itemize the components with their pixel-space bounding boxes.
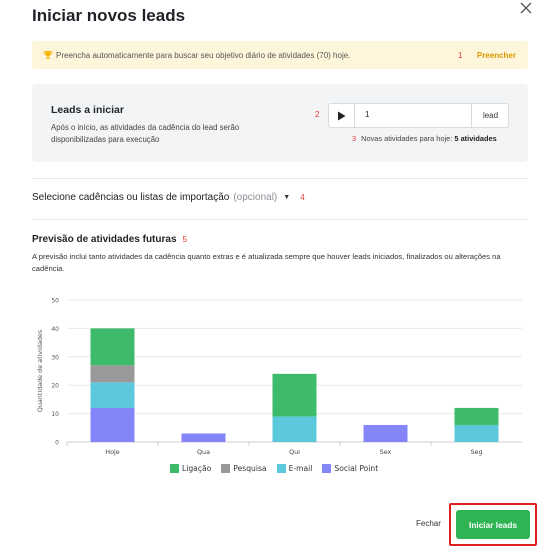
bar-segment-pesquisa: [90, 365, 135, 383]
leads-title: Leads a iniciar: [51, 104, 124, 116]
legend-item[interactable]: Pesquisa: [221, 464, 267, 473]
forecast-description: A previsão inclui tanto atividades da ca…: [32, 252, 501, 273]
legend-swatch: [322, 464, 332, 473]
close-icon[interactable]: [518, 0, 534, 16]
y-tick-label: 50: [51, 298, 59, 305]
legend-item[interactable]: Social Point: [322, 464, 378, 473]
cadence-optional-label: (opcional): [233, 192, 278, 203]
step-marker-4: 4: [300, 193, 305, 202]
bar-segment-liga-o: [454, 407, 499, 425]
activity-forecast-chart: 0 10 20 30 40 50 Quantidade de atividades Hoje Q…: [30, 290, 530, 490]
trophy-icon: [43, 50, 53, 60]
hint-text: Preencha automaticamente para buscar seu…: [56, 50, 351, 60]
x-tick-label: Hoje: [105, 448, 119, 456]
modal-title: Iniciar novos leads: [32, 6, 186, 25]
legend-item[interactable]: E-mail: [276, 464, 313, 473]
legend-swatch: [170, 464, 179, 473]
legend-item[interactable]: Ligação: [170, 464, 211, 473]
lead-quantity-input[interactable]: [365, 110, 455, 119]
step-marker-1: 1: [458, 50, 463, 60]
divider: [32, 178, 528, 179]
chart-legend: Ligação Pesquisa E-mail Social Point: [170, 464, 378, 473]
bar-segment-liga-o: [90, 328, 135, 366]
bar-segment-social-point: [90, 407, 135, 442]
x-tick-label: Seg: [470, 448, 482, 456]
new-activities-label: Novas atividades para hoje:: [361, 134, 453, 143]
lead-unit-label: lead: [471, 104, 509, 127]
y-tick-label: 0: [55, 440, 59, 447]
cadence-select[interactable]: Selecione cadências ou listas de importa…: [32, 192, 305, 203]
legend-label: Pesquisa: [233, 464, 267, 473]
y-tick-label: 30: [51, 354, 59, 361]
leads-to-start-panel: Leads a iniciar Após o início, as ativid…: [32, 84, 528, 162]
legend-swatch: [276, 464, 286, 473]
legend-label: E-mail: [288, 464, 313, 473]
x-tick-label: Sex: [380, 448, 392, 456]
start-leads-button[interactable]: Iniciar leads: [456, 510, 530, 539]
y-tick-label: 20: [51, 383, 59, 390]
forecast-title: Previsão de atividades futuras 5: [32, 234, 187, 245]
legend-swatch: [221, 464, 231, 473]
legend-label: Social Point: [334, 464, 379, 473]
bar-segment-social-point: [181, 433, 226, 442]
cadence-select-label: Selecione cadências ou listas de importa…: [32, 192, 230, 203]
step-marker-2: 2: [315, 110, 320, 119]
new-activities-info: 3 Novas atividades para hoje: 5 atividade…: [352, 134, 497, 143]
y-tick-label: 40: [51, 326, 59, 333]
y-tick-label: 10: [51, 411, 59, 418]
lead-quantity-stepper: lead: [328, 103, 509, 128]
forecast-title-text: Previsão de atividades futuras: [32, 234, 177, 245]
bar-segment-e-mail: [454, 424, 499, 442]
y-axis-label: Quantidade de atividades: [36, 329, 44, 412]
bar-segment-e-mail: [90, 382, 135, 408]
step-marker-5: 5: [182, 235, 187, 244]
bar-segment-e-mail: [272, 416, 317, 442]
divider: [32, 219, 528, 220]
step-marker-3: 3: [352, 134, 357, 143]
leads-description: Após o início, as atividades da cadência…: [51, 123, 240, 144]
x-tick-label: Qui: [289, 448, 300, 456]
bar-segment-liga-o: [272, 373, 317, 417]
bar-segment-social-point: [363, 424, 408, 442]
legend-label: Ligação: [182, 464, 212, 473]
x-tick-label: Qua: [197, 448, 210, 456]
new-activities-value: 5 atividades: [454, 134, 497, 143]
autofill-button[interactable]: Preencher: [477, 51, 516, 60]
close-button[interactable]: Fechar: [416, 519, 441, 528]
caret-down-icon: ▼: [283, 194, 291, 201]
autofill-hint-bar: Preencha automaticamente para buscar seu…: [32, 41, 528, 69]
chart-svg: 0 10 20 30 40 50 Quantidade de atividades Hoje Q…: [36, 298, 522, 456]
play-icon[interactable]: [329, 104, 355, 127]
